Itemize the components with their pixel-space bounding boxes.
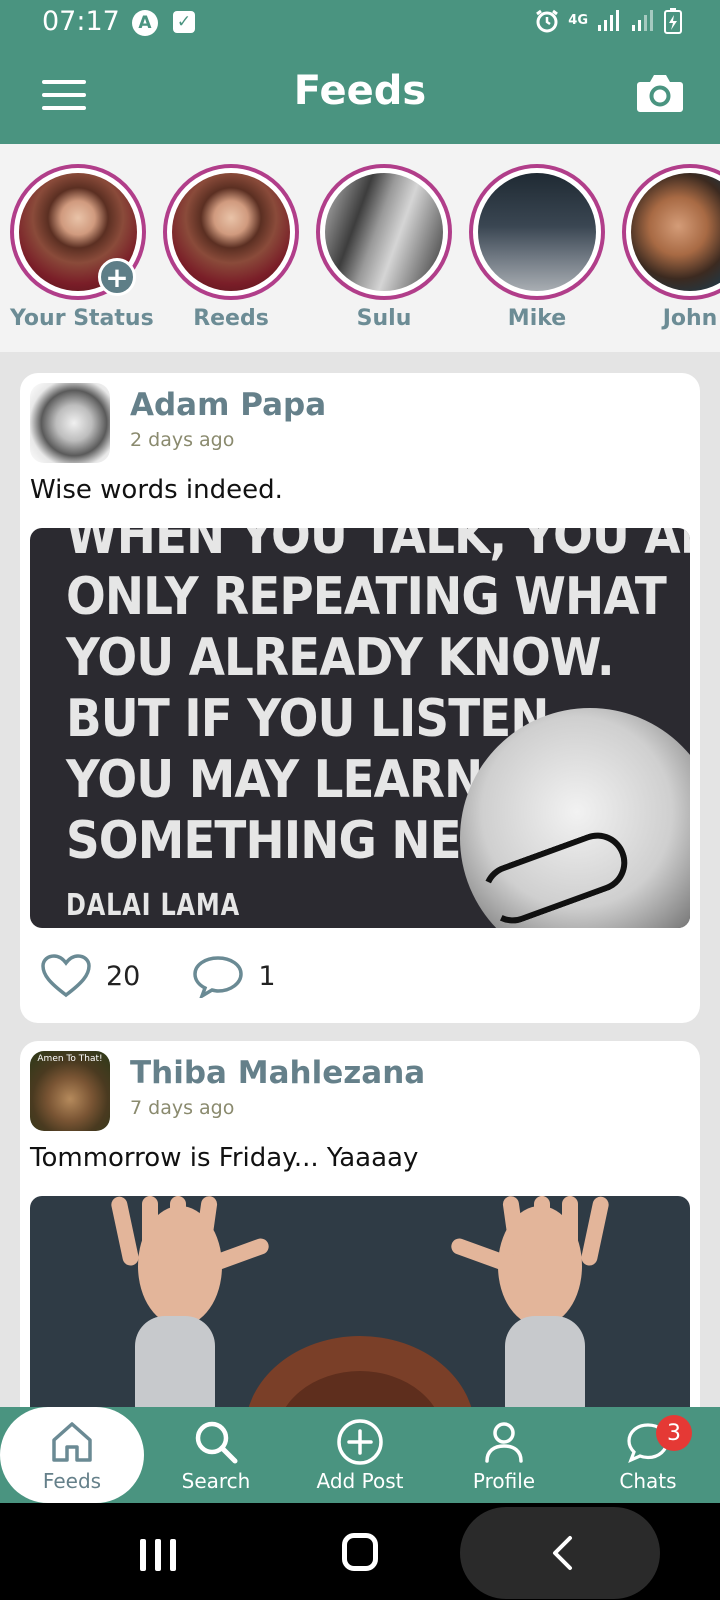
post-image[interactable]	[30, 1196, 690, 1426]
avatar	[478, 173, 596, 291]
raised-hands-graphic	[111, 1196, 609, 1426]
app-bar: Feeds	[0, 46, 720, 144]
status-bar: 07:17 A ✓ 4G	[0, 0, 720, 46]
story-label: Sulu	[356, 306, 412, 331]
stories-row: + Your Status Reeds Sulu Mike John	[0, 144, 720, 352]
post-text: Wise words indeed.	[30, 475, 283, 505]
story-your-status[interactable]: + Your Status	[10, 164, 154, 331]
home-icon	[52, 1422, 92, 1462]
signal-icon	[598, 10, 619, 31]
post-text: Tommorrow is Friday... Yaaaay	[30, 1143, 419, 1173]
story-john[interactable]: John	[622, 164, 720, 331]
nav-chats[interactable]: Chats 3	[576, 1407, 720, 1503]
recent-apps-icon[interactable]	[140, 1539, 176, 1571]
like-count: 20	[106, 960, 141, 992]
avatar	[172, 173, 290, 291]
avatar[interactable]	[30, 383, 110, 463]
nav-feeds[interactable]: Feeds	[0, 1407, 144, 1503]
home-button-icon[interactable]	[342, 1533, 378, 1571]
story-label: John	[662, 306, 718, 331]
comment-icon[interactable]	[192, 954, 244, 998]
page-title: Feeds	[293, 68, 427, 114]
system-navigation-bar	[0, 1503, 720, 1600]
post-image[interactable]: WHEN YOU TALK, YOU ARE ONLY REPEATING WH…	[30, 528, 690, 928]
search-icon	[195, 1421, 238, 1464]
chat-badge: 3	[656, 1415, 692, 1451]
story-reeds[interactable]: Reeds	[163, 164, 299, 331]
post-author[interactable]: Adam Papa	[130, 387, 326, 423]
nav-search[interactable]: Search	[144, 1407, 288, 1503]
nav-label: Profile	[472, 1469, 536, 1493]
story-label: Reeds	[193, 306, 269, 331]
nav-label: Chats	[619, 1469, 677, 1493]
post-time: 7 days ago	[130, 1097, 235, 1119]
nav-label: Feeds	[42, 1469, 102, 1493]
person-icon	[485, 1422, 523, 1463]
battery-charging-icon	[664, 8, 682, 34]
back-icon[interactable]	[548, 1535, 576, 1571]
avatar	[325, 173, 443, 291]
heart-icon[interactable]	[40, 953, 92, 999]
post-card: Adam Papa 2 days ago Wise words indeed. …	[20, 373, 700, 1023]
nav-label: Search	[181, 1469, 251, 1493]
story-label: Your Status	[10, 306, 154, 331]
post-author[interactable]: Thiba Mahlezana	[130, 1055, 425, 1091]
comment-count: 1	[258, 960, 276, 992]
story-sulu[interactable]: Sulu	[316, 164, 452, 331]
post-card: Amen To That! Thiba Mahlezana 7 days ago…	[20, 1041, 700, 1461]
avatar[interactable]: Amen To That!	[30, 1051, 110, 1131]
app-notification-icon: A	[132, 10, 158, 36]
bottom-navigation: Feeds Search Add Post Profile Chats 3	[0, 1407, 720, 1503]
story-label: Mike	[507, 306, 567, 331]
avatar	[631, 173, 720, 291]
post-time: 2 days ago	[130, 429, 235, 451]
status-time: 07:17	[42, 6, 120, 37]
add-circle-icon	[337, 1419, 383, 1465]
alarm-icon	[536, 9, 559, 33]
story-mike[interactable]: Mike	[469, 164, 605, 331]
nav-profile[interactable]: Profile	[432, 1407, 576, 1503]
status-right-icons: 4G	[534, 8, 682, 34]
avatar-caption: Amen To That!	[37, 1054, 103, 1064]
network-type: 4G	[568, 13, 588, 28]
nav-label: Add Post	[316, 1469, 404, 1493]
post-actions: 20 1	[40, 953, 276, 999]
nav-add-post[interactable]: Add Post	[288, 1407, 432, 1503]
checkbox-notification-icon: ✓	[173, 11, 195, 33]
signal-icon	[632, 10, 653, 31]
add-status-icon[interactable]: +	[98, 258, 136, 296]
camera-icon[interactable]	[636, 72, 684, 114]
quote-author: DALAI LAMA	[66, 888, 240, 923]
